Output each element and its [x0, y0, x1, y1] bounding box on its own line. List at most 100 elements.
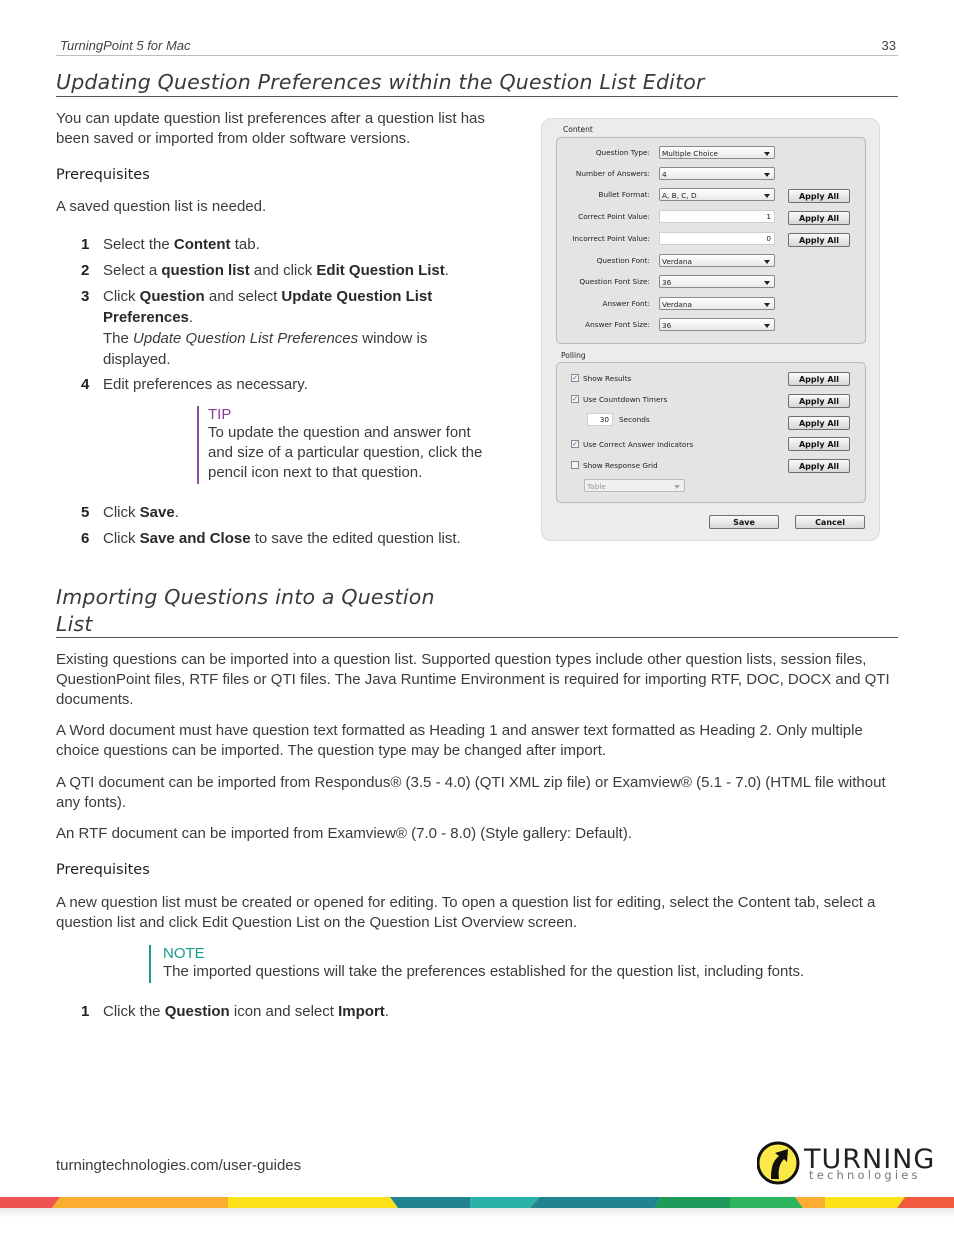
response-grid-checkbox[interactable]	[571, 461, 579, 469]
question-type-value: Multiple Choice	[662, 149, 719, 158]
question-font-label: Question Font:	[596, 256, 650, 265]
section-title-importing: Importing Questions into a Question List	[56, 584, 435, 638]
response-grid-label: Show Response Grid	[583, 461, 658, 470]
correct-point-value-input[interactable]: 1	[659, 210, 775, 223]
answer-font-label: Answer Font:	[602, 299, 650, 308]
import-paragraph-2: A Word document must have question text …	[56, 722, 863, 759]
seconds-input[interactable]: 30	[587, 413, 613, 426]
show-results-checkbox[interactable]: ✓	[571, 374, 579, 382]
step-number: 5	[81, 504, 90, 521]
bold-term: Edit Question List	[316, 262, 445, 279]
step-number: 3	[81, 288, 90, 305]
section-title-line-2: List	[56, 612, 93, 636]
stripe-green	[730, 1197, 803, 1208]
step-text: Select the	[103, 236, 174, 253]
step-text: .	[174, 504, 179, 521]
incorrect-point-value-label: Incorrect Point Value:	[572, 234, 650, 243]
grid-type-select[interactable]: Table	[584, 479, 685, 492]
step-number: 6	[81, 530, 90, 547]
bold-term: Question	[164, 1003, 230, 1020]
bold-term: Question	[139, 288, 205, 305]
bold-term: Save	[139, 504, 175, 521]
step-text: icon and select	[229, 1003, 339, 1020]
step-text: .	[384, 1003, 389, 1020]
content-group-label: Content	[563, 125, 593, 134]
step-text: .	[188, 309, 194, 326]
section-title-rule	[56, 96, 898, 97]
prerequisites-heading-2: Prerequisites	[56, 862, 150, 878]
step-text: Click	[103, 288, 140, 305]
correct-indicators-checkbox[interactable]: ✓	[571, 440, 579, 448]
step-instruction: Edit preferences as necessary.	[103, 374, 483, 395]
question-font-value: Verdana	[662, 257, 692, 266]
step-result: The Update Question List Preferences win…	[103, 328, 463, 370]
document-title: TurningPoint 5 for Mac	[60, 38, 191, 53]
apply-all-seconds-button[interactable]: Apply All	[788, 416, 850, 430]
tip-text: To update the question and answer font a…	[208, 424, 483, 481]
seconds-label: Seconds	[619, 415, 650, 424]
preferences-dialog: Content Polling ✓ Show Results Apply All…	[541, 118, 880, 541]
incorrect-point-value-input[interactable]: 0	[659, 232, 775, 245]
apply-all-show-results-button[interactable]: Apply All	[788, 372, 850, 386]
cancel-button[interactable]: Cancel	[795, 515, 865, 529]
note-callout: NOTE The imported questions will take th…	[149, 945, 863, 983]
user-guides-link[interactable]: turningtechnologies.com/user-guides	[56, 1157, 301, 1174]
step-text: The	[103, 330, 134, 347]
import-paragraph-1: Existing questions can be imported into …	[56, 651, 890, 708]
italic-term: Update Question List Preferences	[133, 330, 359, 347]
stripe-orange	[52, 1197, 228, 1208]
step-1: 1 Select the Content tab.	[81, 234, 483, 255]
grid-type-value: Table	[587, 482, 606, 491]
answer-font-size-label: Answer Font Size:	[585, 320, 650, 329]
bold-term: Import	[338, 1003, 385, 1020]
prerequisites-heading: Prerequisites	[56, 167, 150, 183]
question-font-select[interactable]: Verdana	[659, 254, 775, 267]
answer-font-value: Verdana	[662, 300, 692, 309]
bold-term: Content	[173, 236, 231, 253]
logo-tagline: technologies	[809, 1168, 921, 1182]
step-6: 6 Click Save and Close to save the edited…	[81, 528, 503, 549]
stripe-yellow	[228, 1197, 398, 1208]
correct-indicators-label: Use Correct Answer Indicators	[583, 440, 694, 449]
bold-term: Save and Close	[139, 530, 251, 547]
step-4: 4 Edit preferences as necessary.	[81, 374, 483, 395]
step-text: to save the edited question list.	[250, 530, 461, 547]
section-intro: You can update question list preferences…	[56, 110, 485, 147]
apply-all-correct-indicators-button[interactable]: Apply All	[788, 437, 850, 451]
step-number: 2	[81, 262, 90, 279]
section-title-rule-2	[56, 637, 898, 638]
question-type-select[interactable]: Multiple Choice	[659, 146, 775, 159]
step-text: tab.	[230, 236, 260, 253]
answer-font-size-select[interactable]: 36	[659, 318, 775, 331]
step-3: 3 Click Question and select Update Questi…	[81, 286, 463, 370]
save-button[interactable]: Save	[709, 515, 779, 529]
step-number: 1	[81, 236, 90, 253]
apply-all-incorrect-point-value-button[interactable]: Apply All	[788, 233, 850, 247]
stripe-green-dark	[655, 1197, 730, 1208]
apply-all-bullet-format-button[interactable]: Apply All	[788, 189, 850, 203]
apply-all-countdown-button[interactable]: Apply All	[788, 394, 850, 408]
prerequisites-text: A saved question list is needed.	[56, 198, 267, 215]
question-font-size-value: 36	[662, 278, 672, 287]
step-text: and select	[204, 288, 282, 305]
answer-font-select[interactable]: Verdana	[659, 297, 775, 310]
step-text: Select a	[103, 262, 162, 279]
turning-technologies-logo: TURNING technologies	[757, 1141, 934, 1187]
step-text: Click the	[103, 1003, 165, 1020]
section-title-updating-preferences: Updating Question Preferences within the…	[56, 70, 705, 94]
import-paragraph-4: An RTF document can be imported from Exa…	[56, 825, 632, 842]
question-font-size-select[interactable]: 36	[659, 275, 775, 288]
bullet-format-select[interactable]: A, B, C, D	[659, 188, 775, 201]
apply-all-correct-point-value-button[interactable]: Apply All	[788, 211, 850, 225]
number-of-answers-select[interactable]: 4	[659, 167, 775, 180]
countdown-timers-checkbox[interactable]: ✓	[571, 395, 579, 403]
stripe-teal-light	[470, 1197, 540, 1208]
footer-color-stripe	[0, 1197, 954, 1208]
chevron-down-icon	[764, 173, 770, 177]
step-number: 4	[81, 376, 90, 393]
show-results-label: Show Results	[583, 374, 632, 383]
step-text: Edit preferences as necessary.	[103, 376, 308, 393]
stripe-red	[0, 1197, 60, 1208]
apply-all-response-grid-button[interactable]: Apply All	[788, 459, 850, 473]
stripe-red-2	[897, 1197, 954, 1208]
